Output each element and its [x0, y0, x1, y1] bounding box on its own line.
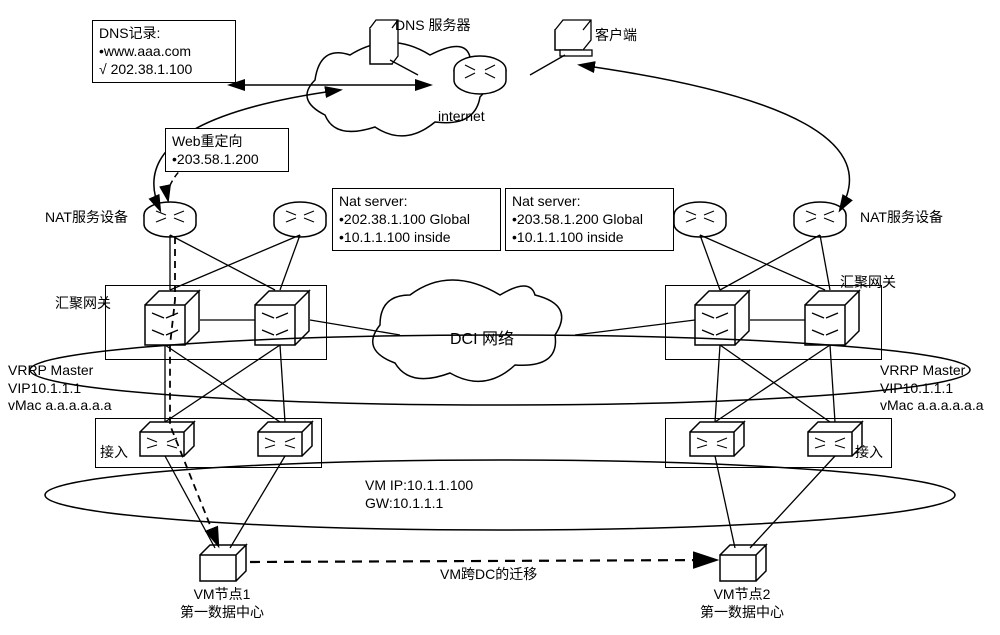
agg-box-left	[105, 285, 327, 360]
dns-record-box: DNS记录: •www.aaa.com √ 202.38.1.100	[92, 20, 236, 83]
nat-router-right-2	[794, 202, 846, 237]
agg-box-right	[665, 285, 882, 360]
vm2-label: VM节点2 第一数据中心	[700, 585, 784, 621]
dns-line2: √ 202.38.1.100	[99, 60, 229, 78]
agg-left-label: 汇聚网关	[55, 293, 111, 313]
vm-node-1-icon	[200, 545, 246, 581]
nat-router-right-1	[674, 202, 726, 237]
client-label: 客户端	[595, 25, 637, 45]
vrrp-left: VRRP Master VIP10.1.1.1 vMac a.a.a.a.a.a	[8, 362, 112, 415]
vm-info: VM IP:10.1.1.100 GW:10.1.1.1	[365, 476, 473, 512]
agg-right-label: 汇聚网关	[840, 272, 896, 292]
nat-left-line1: •202.38.1.100 Global	[339, 210, 494, 228]
internet-label: internet	[438, 108, 485, 124]
nat-left-line2: •10.1.1.100 inside	[339, 228, 494, 246]
internet-router-icon	[454, 56, 506, 94]
nat-router-left-2	[274, 202, 326, 237]
vm1-label: VM节点1 第一数据中心	[180, 585, 264, 621]
dns-server-label: DNS 服务器	[395, 15, 470, 35]
web-redirect-box: Web重定向 •203.58.1.200	[165, 128, 289, 172]
vm-ellipse	[45, 460, 955, 530]
nat-router-left-1	[144, 202, 196, 237]
nat-device-left-label: NAT服务设备	[45, 207, 128, 227]
dns-title: DNS记录:	[99, 24, 229, 42]
access-left-label: 接入	[100, 442, 128, 462]
web-redirect-title: Web重定向	[172, 132, 282, 150]
web-redirect-line1: •203.58.1.200	[172, 150, 282, 168]
dci-label: DCI 网络	[450, 325, 514, 349]
nat-left-title: Nat server:	[339, 192, 494, 210]
access-box-left	[95, 418, 322, 468]
nat-left-box: Nat server: •202.38.1.100 Global •10.1.1…	[332, 188, 501, 251]
dns-line1: •www.aaa.com	[99, 42, 229, 60]
vrrp-right: VRRP Master VIP10.1.1.1 vMac a.a.a.a.a.a	[880, 362, 984, 415]
migrate-label: VM跨DC的迁移	[440, 564, 537, 584]
nat-right-title: Nat server:	[512, 192, 667, 210]
nat-device-right-label: NAT服务设备	[860, 207, 943, 227]
nat-right-line2: •10.1.1.100 inside	[512, 228, 667, 246]
access-right-label: 接入	[855, 442, 883, 462]
dns-server-icon	[370, 20, 398, 64]
nat-right-line1: •203.58.1.200 Global	[512, 210, 667, 228]
vm-node-2-icon	[720, 545, 766, 581]
client-icon	[555, 20, 592, 56]
nat-right-box: Nat server: •203.58.1.200 Global •10.1.1…	[505, 188, 674, 251]
